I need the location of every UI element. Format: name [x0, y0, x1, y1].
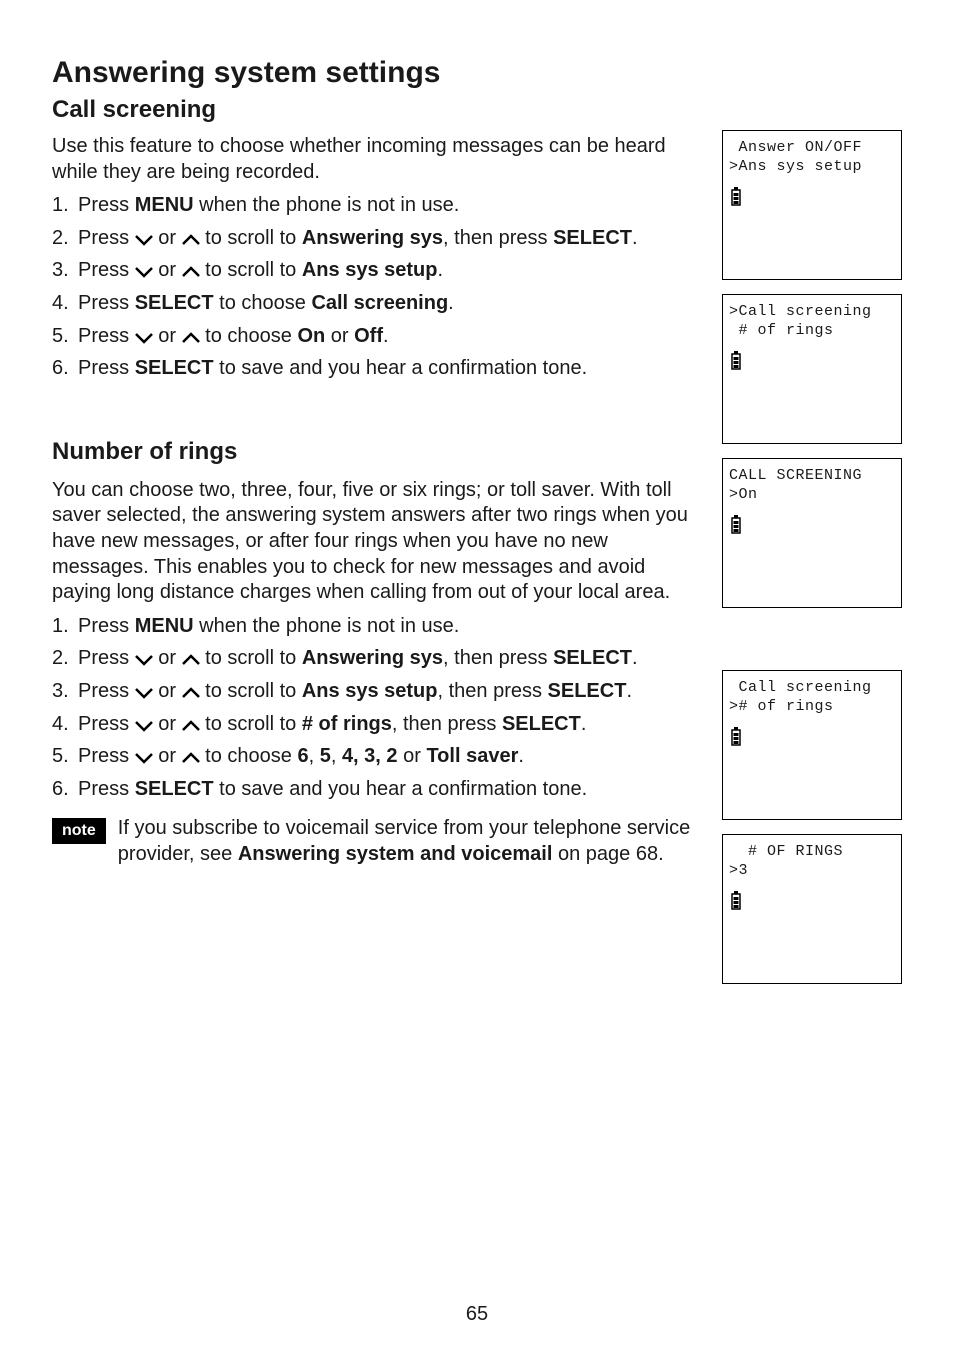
chevron-down-icon [135, 259, 153, 281]
step-text: Press MENU when the phone is not in use. [78, 193, 459, 219]
step-number: 1. [52, 193, 78, 219]
list-item: 1. Press MENU when the phone is not in u… [52, 614, 642, 640]
page-number: 65 [0, 1303, 954, 1326]
lcd-screen: Answer ON/OFF >Ans sys setup [722, 130, 902, 280]
step-text: Press or to scroll to Answering sys, the… [78, 226, 638, 252]
step-number: 4. [52, 712, 78, 738]
battery-icon [729, 891, 743, 918]
list-item: 4. Press SELECT to choose Call screening… [52, 291, 702, 317]
page-title: Answering system settings [52, 56, 902, 90]
step-text: Press or to scroll to Ans sys setup, the… [78, 679, 632, 705]
list-item: 3. Press or to scroll to Ans sys setup. [52, 258, 702, 284]
step-number: 5. [52, 324, 78, 350]
chevron-up-icon [182, 713, 200, 735]
step-number: 6. [52, 777, 78, 803]
step-number: 5. [52, 744, 78, 770]
list-item: 5. Press or to choose On or Off. [52, 324, 702, 350]
step-number: 3. [52, 258, 78, 284]
chevron-down-icon [135, 680, 153, 702]
note-block: note If you subscribe to voicemail servi… [52, 816, 702, 867]
lcd-line: # of rings [729, 322, 895, 341]
list-item: 2. Press or to scroll to Answering sys, … [52, 646, 642, 672]
step-number: 3. [52, 679, 78, 705]
chevron-up-icon [182, 325, 200, 347]
chevron-down-icon [135, 227, 153, 249]
number-of-rings-steps: 1. Press MENU when the phone is not in u… [52, 614, 642, 803]
lcd-line: Call screening [729, 679, 895, 698]
list-item: 3. Press or to scroll to Ans sys setup, … [52, 679, 642, 705]
lcd-line: >On [729, 486, 895, 505]
battery-icon [729, 515, 743, 542]
step-text: Press SELECT to choose Call screening. [78, 291, 454, 317]
chevron-down-icon [135, 745, 153, 767]
chevron-up-icon [182, 647, 200, 669]
lcd-screen: CALL SCREENING >On [722, 458, 902, 608]
step-text: Press or to scroll to Ans sys setup. [78, 258, 443, 284]
lcd-line: Answer ON/OFF [729, 139, 895, 158]
lcd-line: # OF RINGS [729, 843, 895, 862]
step-text: Press SELECT to save and you hear a conf… [78, 356, 587, 382]
lcd-line: ># of rings [729, 698, 895, 717]
battery-icon [729, 187, 743, 214]
step-text: Press MENU when the phone is not in use. [78, 614, 459, 640]
step-text: Press or to choose On or Off. [78, 324, 389, 350]
step-number: 2. [52, 226, 78, 252]
step-text: Press or to scroll to # of rings, then p… [78, 712, 586, 738]
step-text: Press or to choose 6, 5, 4, 3, 2 or Toll… [78, 744, 524, 770]
call-screening-intro: Use this feature to choose whether incom… [52, 134, 702, 185]
step-number: 2. [52, 646, 78, 672]
chevron-down-icon [135, 325, 153, 347]
list-item: 6. Press SELECT to save and you hear a c… [52, 356, 702, 382]
step-number: 6. [52, 356, 78, 382]
chevron-down-icon [135, 647, 153, 669]
step-text: Press or to scroll to Answering sys, the… [78, 646, 638, 672]
step-number: 4. [52, 291, 78, 317]
number-of-rings-intro: You can choose two, three, four, five or… [52, 478, 702, 606]
list-item: 1. Press MENU when the phone is not in u… [52, 193, 702, 219]
note-text: If you subscribe to voicemail service fr… [118, 816, 702, 867]
battery-icon [729, 727, 743, 754]
lcd-line: CALL SCREENING [729, 467, 895, 486]
step-number: 1. [52, 614, 78, 640]
battery-icon [729, 351, 743, 378]
list-item: 6. Press SELECT to save and you hear a c… [52, 777, 642, 803]
chevron-up-icon [182, 745, 200, 767]
lcd-line: >Call screening [729, 303, 895, 322]
chevron-up-icon [182, 227, 200, 249]
lcd-screen: Call screening ># of rings [722, 670, 902, 820]
note-badge: note [52, 818, 106, 844]
chevron-down-icon [135, 713, 153, 735]
list-item: 5. Press or to choose 6, 5, 4, 3, 2 or T… [52, 744, 642, 770]
list-item: 4. Press or to scroll to # of rings, the… [52, 712, 642, 738]
lcd-screen: >Call screening # of rings [722, 294, 902, 444]
chevron-up-icon [182, 680, 200, 702]
section-heading-call-screening: Call screening [52, 96, 902, 124]
lcd-line: >Ans sys setup [729, 158, 895, 177]
lcd-line: >3 [729, 862, 895, 881]
list-item: 2. Press or to scroll to Answering sys, … [52, 226, 702, 252]
lcd-screen: # OF RINGS >3 [722, 834, 902, 984]
step-text: Press SELECT to save and you hear a conf… [78, 777, 587, 803]
chevron-up-icon [182, 259, 200, 281]
call-screening-steps: 1. Press MENU when the phone is not in u… [52, 193, 702, 382]
